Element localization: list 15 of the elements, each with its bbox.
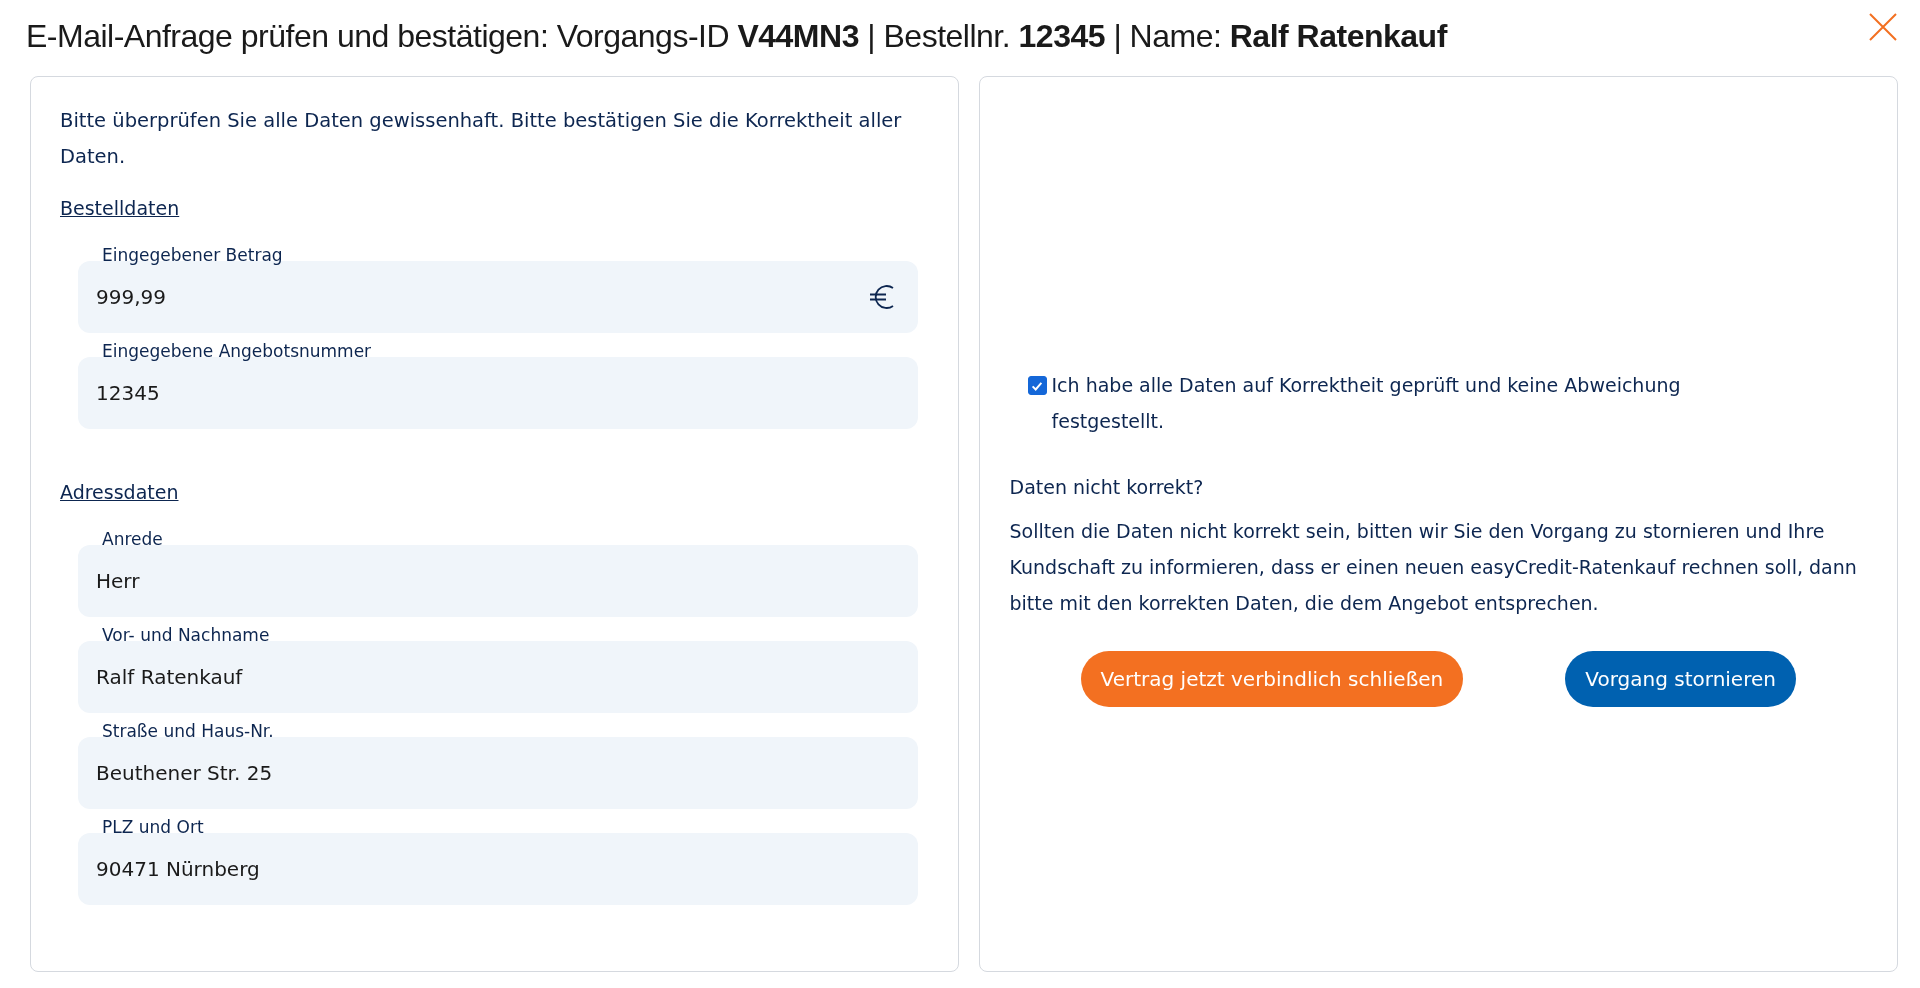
input-field[interactable]: Herr <box>78 545 918 617</box>
input-field[interactable]: Ralf Ratenkauf <box>78 641 918 713</box>
question-text: Daten nicht korrekt? <box>1009 475 1205 500</box>
section-link[interactable]: Bestelldaten <box>60 197 180 219</box>
action-button[interactable]: Vorgang stornieren <box>1565 651 1796 707</box>
intro-text: Bitte überprüfen Sie alle Daten gewissenhaft. Bitte bestätigen Sie die Korrektheit aller Daten. <box>60 108 903 170</box>
input-field[interactable]: 90471 Nürnberg <box>78 833 918 905</box>
section-link[interactable]: Adressdaten <box>60 481 179 503</box>
checkbox[interactable] <box>1027 376 1047 395</box>
explanation-text: Sollten die Daten nicht korrekt sein, bitten wir Sie den Vorgang zu stornieren und Ihre Kundschaft zu informieren, dass er einen neuen easyCredit-Ratenkauf rechnen soll, dann bitte mit den korrekten Daten, die dem Angebot entsprechen. <box>1009 519 1858 616</box>
close-icon[interactable] <box>1868 12 1898 42</box>
euro-icon <box>867 283 896 311</box>
window-title: E-Mail-Anfrage prüfen und bestätigen: Vorgangs-ID V44MN3 | Bestellnr. 12345 | Name: Ralf Ratenkauf <box>26 18 1447 55</box>
input-field[interactable]: Beuthener Str. 25 <box>78 737 918 809</box>
checkbox-label: Ich habe alle Daten auf Korrektheit geprüft und keine Abweichung festgestellt. <box>1051 373 1682 434</box>
